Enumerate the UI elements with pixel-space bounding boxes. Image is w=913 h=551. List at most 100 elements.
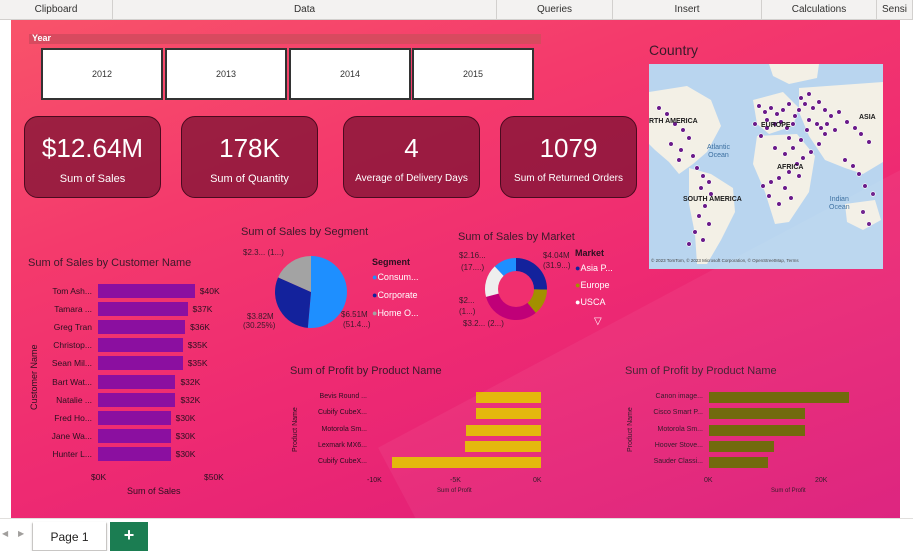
map-country-marker[interactable]: [766, 193, 772, 199]
map-country-marker[interactable]: [690, 153, 696, 159]
segment-pie-chart[interactable]: [271, 252, 351, 332]
map-country-marker[interactable]: [870, 191, 876, 197]
kpi-card-returned-orders[interactable]: 1079 Sum of Returned Orders: [500, 116, 637, 198]
map-country-marker[interactable]: [700, 237, 706, 243]
profit-pos-bar[interactable]: [709, 408, 805, 420]
map-country-marker[interactable]: [796, 173, 802, 179]
kpi-card-delivery-days[interactable]: 4 Average of Delivery Days: [343, 116, 480, 198]
map-country-marker[interactable]: [790, 145, 796, 151]
map-country-marker[interactable]: [664, 111, 670, 117]
customer-bar[interactable]: [98, 302, 188, 317]
map-country-marker[interactable]: [752, 121, 758, 127]
map-country-marker[interactable]: [776, 201, 782, 207]
year-button-2015[interactable]: 2015: [412, 48, 534, 100]
map-country-marker[interactable]: [844, 119, 850, 125]
map-country-marker[interactable]: [862, 183, 868, 189]
profit-neg-bar[interactable]: [476, 408, 541, 420]
kpi-card-quantity[interactable]: 178K Sum of Quantity: [181, 116, 318, 198]
map-country-marker[interactable]: [856, 171, 862, 177]
ribbon-section-sensi[interactable]: Sensi: [877, 0, 913, 20]
customer-bar[interactable]: [98, 320, 186, 335]
customer-bar[interactable]: [98, 410, 171, 425]
segment-legend-corporate[interactable]: ●Corporate: [372, 290, 417, 300]
profit-neg-bar[interactable]: [464, 440, 541, 452]
map-country-marker[interactable]: [832, 127, 838, 133]
map-country-marker[interactable]: [836, 109, 842, 115]
map-country-marker[interactable]: [798, 137, 804, 143]
map-country-marker[interactable]: [786, 101, 792, 107]
map-country-marker[interactable]: [816, 141, 822, 147]
map-country-marker[interactable]: [686, 241, 692, 247]
map-country-marker[interactable]: [808, 149, 814, 155]
customer-bar[interactable]: [98, 284, 195, 298]
map-country-marker[interactable]: [818, 125, 824, 131]
map-country-marker[interactable]: [702, 203, 708, 209]
map-country-markers[interactable]: [649, 64, 883, 269]
map-country-marker[interactable]: [760, 183, 766, 189]
map-country-marker[interactable]: [774, 111, 780, 117]
map-country-marker[interactable]: [824, 121, 830, 127]
map-country-marker[interactable]: [756, 103, 762, 109]
map-country-marker[interactable]: [852, 125, 858, 131]
customer-bar[interactable]: [98, 446, 171, 461]
customer-bar[interactable]: [98, 428, 171, 443]
map-country-marker[interactable]: [678, 147, 684, 153]
year-button-2012[interactable]: 2012: [41, 48, 163, 100]
map-country-marker[interactable]: [796, 107, 802, 113]
map-country-marker[interactable]: [706, 221, 712, 227]
segment-legend-home-office[interactable]: ●Home O...: [372, 308, 418, 318]
map-country-marker[interactable]: [810, 105, 816, 111]
map-country-marker[interactable]: [806, 117, 812, 123]
map-country-marker[interactable]: [686, 135, 692, 141]
map-country-marker[interactable]: [694, 165, 700, 171]
map-country-marker[interactable]: [860, 209, 866, 215]
year-button-2014[interactable]: 2014: [289, 48, 411, 100]
map-country-marker[interactable]: [814, 121, 820, 127]
segment-legend-consumer[interactable]: ●Consum...: [372, 272, 418, 282]
map-country-marker[interactable]: [816, 99, 822, 105]
map-country-marker[interactable]: [668, 141, 674, 147]
map-country-marker[interactable]: [822, 107, 828, 113]
next-page-icon[interactable]: ▶: [18, 529, 24, 538]
map-country-marker[interactable]: [800, 155, 806, 161]
map-country-marker[interactable]: [798, 95, 804, 101]
ribbon-section-data[interactable]: Data: [113, 0, 497, 20]
legend-scroll-down-icon[interactable]: ▽: [594, 316, 602, 327]
map-country-marker[interactable]: [700, 173, 706, 179]
map-country-marker[interactable]: [692, 229, 698, 235]
map-country-marker[interactable]: [656, 105, 662, 111]
map-country-marker[interactable]: [858, 131, 864, 137]
tab-page-1[interactable]: Page 1: [32, 522, 107, 551]
map-country-marker[interactable]: [792, 113, 798, 119]
map-country-marker[interactable]: [786, 135, 792, 141]
map-country-marker[interactable]: [698, 185, 704, 191]
map-country-marker[interactable]: [806, 91, 812, 97]
map-country-marker[interactable]: [782, 185, 788, 191]
map-country-marker[interactable]: [828, 113, 834, 119]
ribbon-section-insert[interactable]: Insert: [613, 0, 762, 20]
map-country-marker[interactable]: [772, 145, 778, 151]
customer-bar[interactable]: [98, 356, 183, 371]
map-country-marker[interactable]: [696, 213, 702, 219]
profit-neg-bar[interactable]: [476, 392, 541, 403]
ribbon-section-calculations[interactable]: Calculations: [762, 0, 877, 20]
customer-bar[interactable]: [98, 338, 183, 353]
customer-bar[interactable]: [98, 392, 176, 407]
ribbon-section-clipboard[interactable]: Clipboard: [0, 0, 113, 20]
prev-page-icon[interactable]: ◀: [2, 529, 8, 538]
map-country-marker[interactable]: [706, 179, 712, 185]
map-country-marker[interactable]: [758, 133, 764, 139]
profit-pos-bar[interactable]: [709, 392, 849, 403]
profit-pos-bar[interactable]: [709, 440, 775, 452]
map-country-marker[interactable]: [782, 151, 788, 157]
kpi-card-sales[interactable]: $12.64M Sum of Sales: [24, 116, 161, 198]
market-legend-europe[interactable]: ●Europe: [575, 280, 609, 290]
map-country-marker[interactable]: [768, 105, 774, 111]
map-country-marker[interactable]: [780, 107, 786, 113]
map-country-marker[interactable]: [850, 163, 856, 169]
market-legend-usca[interactable]: ●USCA: [575, 297, 605, 307]
profit-neg-bar[interactable]: [466, 424, 541, 436]
customer-bar[interactable]: [98, 374, 176, 389]
map-country-marker[interactable]: [822, 131, 828, 137]
map-country-marker[interactable]: [676, 157, 682, 163]
